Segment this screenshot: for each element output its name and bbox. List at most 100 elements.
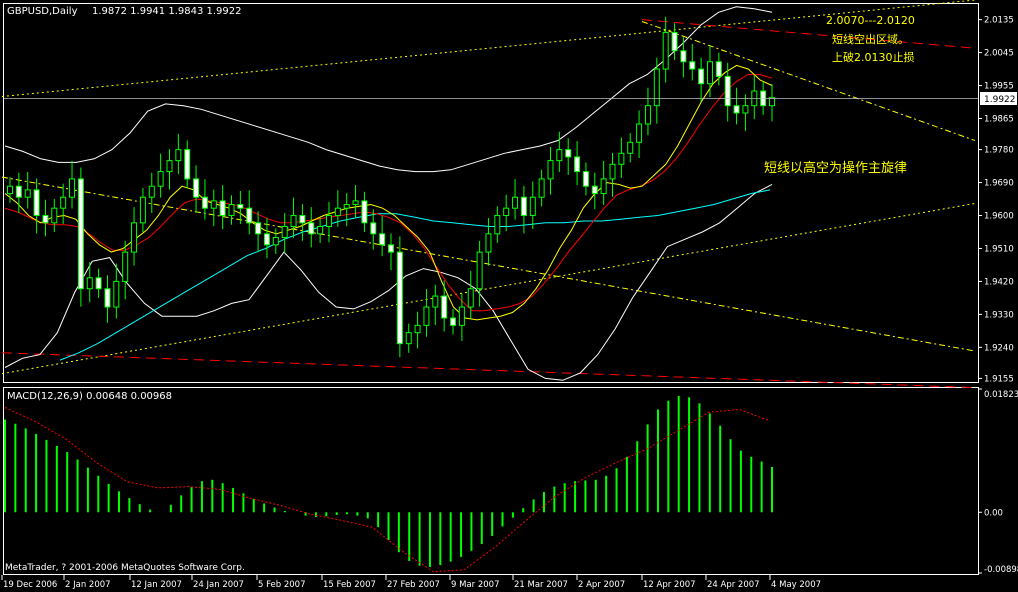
y-tick-label: 1.9955 [984, 82, 1014, 92]
candle-body [600, 178, 607, 195]
candle-body [193, 178, 200, 198]
candle-body [33, 189, 40, 217]
annotation-stop: 上破2.0130止损 [832, 50, 915, 64]
candle-body [724, 75, 731, 107]
metatrader-chart-window: 2.0135 2.0045 1.9955 1.9865 1.9780 1.9690 1.96… [0, 0, 1018, 592]
candle-body [520, 196, 527, 217]
candle-body [317, 225, 324, 235]
candle-body [175, 149, 182, 162]
candle-body [538, 178, 545, 198]
x-tick-label: 4 May 2007 [771, 580, 821, 590]
y-tick-label: 1.9780 [984, 146, 1014, 156]
candle-body [503, 207, 510, 217]
candle-body [565, 149, 572, 158]
candle-body [7, 185, 13, 195]
x-tick-label: 24 Apr 2007 [707, 580, 760, 590]
x-tick-label: 19 Dec 2006 [3, 580, 57, 590]
candle-body [636, 123, 643, 143]
macd-y-tick-label: 0.01823 [984, 390, 1018, 400]
candle-body [308, 222, 315, 235]
candle-body [529, 196, 536, 217]
candle-body [485, 233, 492, 253]
candle-body [122, 251, 129, 282]
candle-body [653, 68, 660, 107]
candle-body [334, 207, 341, 217]
candle-body [662, 31, 669, 70]
candle-body [494, 215, 501, 235]
candle-body [476, 251, 483, 290]
candle-body [379, 233, 386, 246]
candle-body [228, 204, 235, 217]
candle-body [671, 31, 678, 52]
candle-body [352, 200, 359, 206]
candle-body [618, 152, 625, 165]
x-tick-label: 2 Apr 2007 [578, 580, 625, 590]
candle-body [414, 324, 421, 334]
y-tick-label: 1.9240 [984, 343, 1014, 353]
candle-body [255, 222, 262, 235]
y-tick-label: 1.9155 [984, 374, 1014, 384]
candle-body [742, 105, 749, 114]
candle-body [370, 222, 377, 235]
candle-body [157, 171, 164, 187]
candle-body [458, 306, 465, 326]
candle-body [15, 185, 22, 198]
candle-body [166, 160, 173, 173]
candle-body [184, 149, 191, 180]
x-tick-label: 24 Jan 2007 [193, 580, 244, 590]
candle-body [423, 306, 430, 326]
candle-body [706, 61, 713, 85]
candle-body [42, 215, 49, 224]
candle-body [60, 196, 67, 209]
candle-body [556, 149, 563, 162]
candle-body [113, 280, 120, 308]
candle-body [51, 207, 58, 224]
candle-body [69, 178, 76, 198]
candle-body [582, 171, 589, 187]
candle-body [77, 178, 84, 290]
annotation-short-line: 短线空出区域。 [832, 32, 909, 46]
candle-body [272, 236, 279, 246]
macd-y-tick-label: 0.00 [984, 508, 1003, 518]
candle-body [343, 204, 350, 209]
candle-body [512, 196, 519, 209]
candle-body [733, 105, 740, 114]
candle-body [201, 196, 208, 209]
candle-body [715, 61, 722, 77]
candle-body [591, 185, 598, 195]
y-tick-label: 1.9600 [984, 212, 1014, 222]
candle-body [148, 185, 155, 198]
candle-body [441, 295, 448, 319]
candle-body [104, 288, 111, 308]
macd-title: MACD(12,26,9) 0.00648 0.00968 [7, 391, 172, 402]
candle-body [680, 50, 687, 63]
candle-body [361, 200, 368, 224]
candle-body [547, 160, 554, 180]
candle-body [467, 288, 474, 308]
annotation-zone: 2.0070---2.0120 [826, 14, 915, 27]
candle-body [263, 233, 270, 246]
chart-canvas[interactable]: 2.0135 2.0045 1.9955 1.9865 1.9780 1.9690 1.96… [0, 0, 1018, 592]
current-price-label: 1.9922 [984, 95, 1016, 105]
candle-body [219, 200, 226, 217]
chart-header-ohlc: 1.9872 1.9941 1.9843 1.9922 [92, 6, 242, 17]
candle-body [388, 244, 394, 253]
candle-body [86, 277, 93, 290]
annotation-strategy: 短线以高空为操作主旋律 [764, 160, 907, 176]
y-tick-label: 1.9420 [984, 277, 1014, 287]
candle-body [396, 251, 403, 345]
candle-body [210, 200, 217, 209]
x-tick-label: 12 Jan 2007 [131, 580, 182, 590]
x-tick-label: 21 Mar 2007 [514, 580, 568, 590]
y-tick-label: 2.0135 [984, 16, 1014, 26]
x-tick-label: 15 Feb 2007 [323, 580, 376, 590]
x-tick-label: 2 Jan 2007 [65, 580, 111, 590]
y-tick-label: 2.0045 [984, 49, 1014, 59]
candle-body [246, 207, 253, 224]
candle-body [131, 222, 138, 253]
x-tick-label: 9 Mar 2007 [451, 580, 499, 590]
copyright-text: MetaTrader, ? 2001-2006 MetaQuotes Softw… [5, 563, 245, 573]
y-tick-label: 1.9510 [984, 244, 1014, 254]
candle-body [299, 215, 306, 224]
y-tick-label: 1.9865 [984, 114, 1014, 124]
